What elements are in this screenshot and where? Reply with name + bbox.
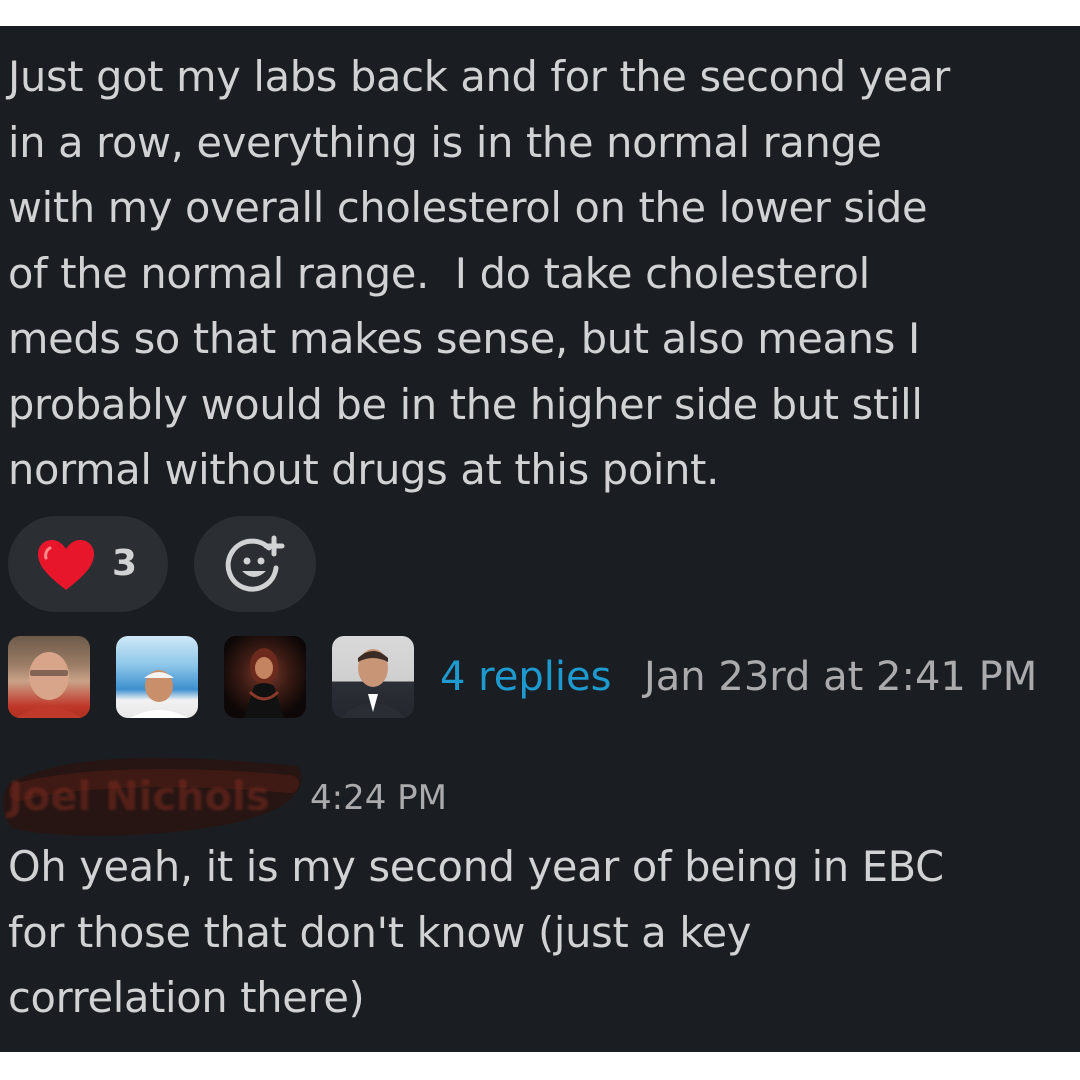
message-body: Just got my labs back and for the second… — [8, 44, 1080, 503]
message-line: meds so that makes sense, but also means… — [8, 314, 920, 363]
thread-timestamp: Jan 23rd at 2:41 PM — [644, 654, 1038, 700]
avatar[interactable] — [332, 636, 414, 718]
reply-line: Oh yeah, it is my second year of being i… — [8, 842, 944, 891]
heart-icon — [38, 540, 94, 590]
message-line: with my overall cholesterol on the lower… — [8, 183, 928, 232]
reply-header: Joel Nichols 4:24 PM — [3, 757, 1080, 836]
heart-reaction-button[interactable]: 3 — [8, 516, 168, 612]
reply-body: Oh yeah, it is my second year of being i… — [8, 834, 1080, 1031]
message-thread-panel: Just got my labs back and for the second… — [0, 26, 1080, 1052]
message-line: Just got my labs back and for the second… — [8, 52, 951, 101]
reply-timestamp: 4:24 PM — [310, 778, 447, 818]
author-name[interactable]: Joel Nichols — [8, 772, 270, 822]
avatar[interactable] — [224, 636, 306, 718]
avatar[interactable] — [8, 636, 90, 718]
reply-line: for those that don't know (just a key — [8, 907, 752, 957]
reply-line: correlation there) — [8, 973, 365, 1022]
avatar[interactable] — [116, 636, 198, 718]
replies-link[interactable]: 4 replies — [440, 652, 611, 702]
message-line: in a row, everything is in the normal ra… — [8, 117, 882, 167]
message-line: of the normal range. I do take cholester… — [8, 248, 870, 298]
thread-summary: 4 replies Jan 23rd at 2:41 PM — [8, 636, 1080, 720]
add-reaction-button[interactable] — [194, 516, 316, 612]
reaction-count: 3 — [112, 543, 138, 584]
message-line: normal without drugs at this point. — [8, 445, 720, 494]
message-line: probably would be in the higher side but… — [8, 379, 923, 429]
add-reaction-icon — [225, 535, 285, 592]
